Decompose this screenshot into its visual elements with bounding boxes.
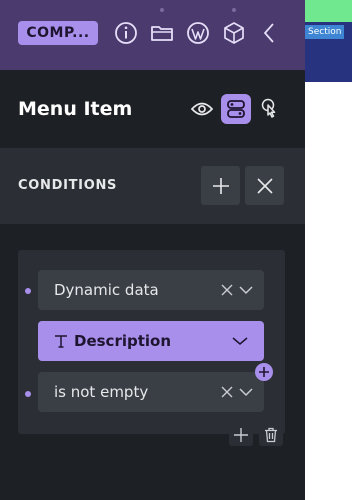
condition-group-card: Dynamic data Description is not empty xyxy=(18,250,285,434)
page: COMP... Menu Item CONDITIONS Dynamic dat… xyxy=(0,0,352,500)
trash-icon xyxy=(265,427,277,443)
status-dot xyxy=(160,8,164,12)
close-icon xyxy=(256,177,273,194)
data-source-select[interactable]: Dynamic data xyxy=(38,270,264,310)
info-icon[interactable] xyxy=(113,20,139,46)
panel-header: Menu Item xyxy=(0,70,305,148)
close-conditions-button[interactable] xyxy=(245,166,284,205)
eye-icon[interactable] xyxy=(187,94,217,124)
conditions-bar: CONDITIONS xyxy=(0,148,305,224)
plus-icon xyxy=(234,428,248,442)
text-type-icon xyxy=(55,335,67,348)
pointer-icon[interactable] xyxy=(254,94,284,124)
chevron-left-icon[interactable] xyxy=(257,20,283,46)
add-group-button[interactable] xyxy=(229,424,253,446)
data-source-value: Dynamic data xyxy=(54,281,159,299)
clear-icon[interactable] xyxy=(221,386,233,398)
conditions-label: CONDITIONS xyxy=(18,178,118,193)
canvas-preview[interactable]: Section xyxy=(305,0,352,500)
delete-group-button[interactable] xyxy=(259,424,283,446)
condition-bullet xyxy=(25,391,31,397)
plus-icon xyxy=(259,367,269,377)
add-and-condition-button[interactable] xyxy=(255,363,273,381)
operator-value: is not empty xyxy=(54,383,149,401)
chevron-down-icon[interactable] xyxy=(239,387,253,397)
wordpress-icon[interactable] xyxy=(185,20,211,46)
plus-icon xyxy=(212,177,229,194)
field-select[interactable]: Description xyxy=(38,321,264,361)
clear-icon[interactable] xyxy=(221,284,233,296)
add-condition-button[interactable] xyxy=(201,166,240,205)
builder-panel: COMP... Menu Item CONDITIONS Dynamic dat… xyxy=(0,0,305,500)
operator-select[interactable]: is not empty xyxy=(38,372,264,412)
status-dot xyxy=(232,8,236,12)
toggle-icon[interactable] xyxy=(221,94,251,124)
preview-header-block xyxy=(305,0,352,22)
page-title: Menu Item xyxy=(18,98,133,120)
component-button[interactable]: COMP... xyxy=(18,21,98,45)
chevron-down-icon[interactable] xyxy=(239,285,253,295)
folder-icon[interactable] xyxy=(149,20,175,46)
section-tag[interactable]: Section xyxy=(305,25,345,39)
box-icon[interactable] xyxy=(221,20,247,46)
condition-bullet xyxy=(25,288,31,294)
chevron-down-icon[interactable] xyxy=(232,336,248,346)
top-toolbar: COMP... xyxy=(0,0,305,70)
field-value: Description xyxy=(74,332,172,350)
